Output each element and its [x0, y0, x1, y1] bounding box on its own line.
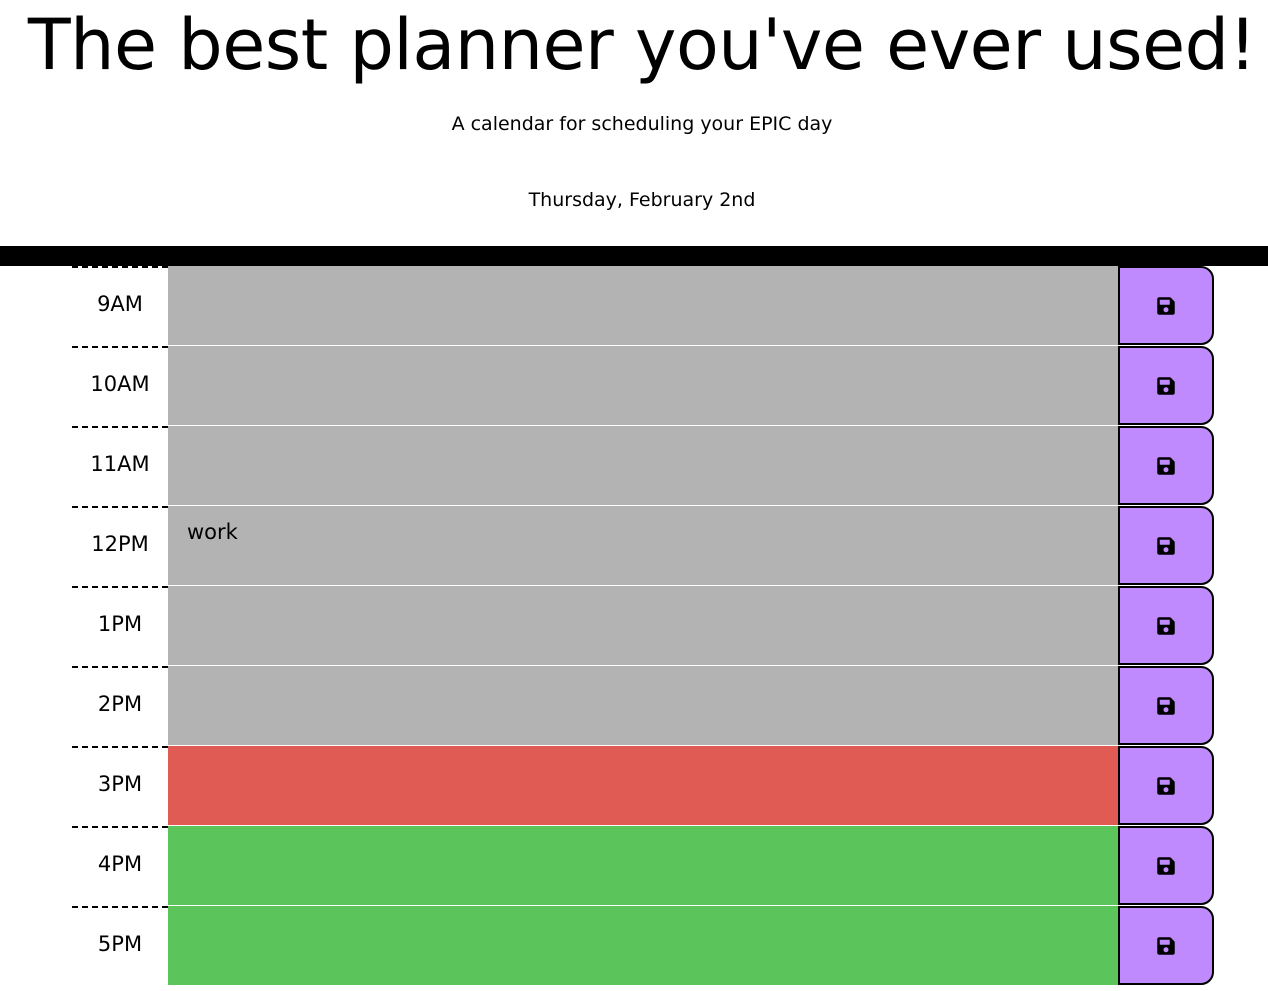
event-description-input[interactable]	[168, 586, 1118, 666]
event-description-input[interactable]	[168, 666, 1118, 746]
save-button[interactable]	[1118, 506, 1214, 585]
floppy-disk-icon	[1157, 296, 1175, 315]
save-button[interactable]	[1118, 826, 1214, 905]
save-button[interactable]	[1118, 426, 1214, 505]
hour-label: 11AM	[72, 426, 168, 506]
floppy-disk-icon	[1157, 856, 1175, 875]
hour-label: 2PM	[72, 666, 168, 746]
event-description-input[interactable]	[168, 346, 1118, 426]
event-description-input[interactable]	[168, 426, 1118, 506]
time-block: 1PM	[72, 586, 1214, 666]
hour-label: 5PM	[72, 906, 168, 986]
event-description-input[interactable]	[168, 906, 1118, 986]
save-button[interactable]	[1118, 586, 1214, 665]
event-description-input[interactable]	[168, 266, 1118, 346]
time-block: 2PM	[72, 666, 1214, 746]
hour-label: 1PM	[72, 586, 168, 666]
floppy-disk-icon	[1157, 696, 1175, 715]
floppy-disk-icon	[1157, 936, 1175, 955]
page-title: The best planner you've ever used!	[27, 4, 1257, 86]
hour-label: 12PM	[72, 506, 168, 586]
event-description-input[interactable]	[168, 746, 1118, 826]
save-button[interactable]	[1118, 666, 1214, 745]
hour-label: 9AM	[72, 266, 168, 346]
time-block: 10AM	[72, 346, 1214, 426]
floppy-disk-icon	[1157, 536, 1175, 555]
event-description-input[interactable]	[168, 826, 1118, 906]
save-button[interactable]	[1118, 346, 1214, 425]
time-block: 3PM	[72, 746, 1214, 826]
page-header: The best planner you've ever used! A cal…	[0, 0, 1268, 246]
time-block: 9AM	[72, 266, 1214, 346]
page-subtitle: A calendar for scheduling your EPIC day	[451, 113, 833, 135]
time-block: 5PM	[72, 906, 1214, 986]
hour-label: 3PM	[72, 746, 168, 826]
save-button[interactable]	[1118, 746, 1214, 825]
save-button[interactable]	[1118, 906, 1214, 985]
time-block: 11AM	[72, 426, 1214, 506]
save-button[interactable]	[1118, 266, 1214, 345]
time-block: 12PM	[72, 506, 1214, 586]
planner-container: 9AM 10AM 11AM 12PM 1PM 2PM	[72, 266, 1214, 986]
floppy-disk-icon	[1157, 456, 1175, 475]
header-divider	[0, 246, 1268, 266]
event-description-input[interactable]	[168, 506, 1118, 586]
current-day: Thursday, February 2nd	[528, 189, 756, 211]
floppy-disk-icon	[1157, 616, 1175, 635]
hour-label: 10AM	[72, 346, 168, 426]
hour-label: 4PM	[72, 826, 168, 906]
floppy-disk-icon	[1157, 376, 1175, 395]
floppy-disk-icon	[1157, 776, 1175, 795]
time-block: 4PM	[72, 826, 1214, 906]
